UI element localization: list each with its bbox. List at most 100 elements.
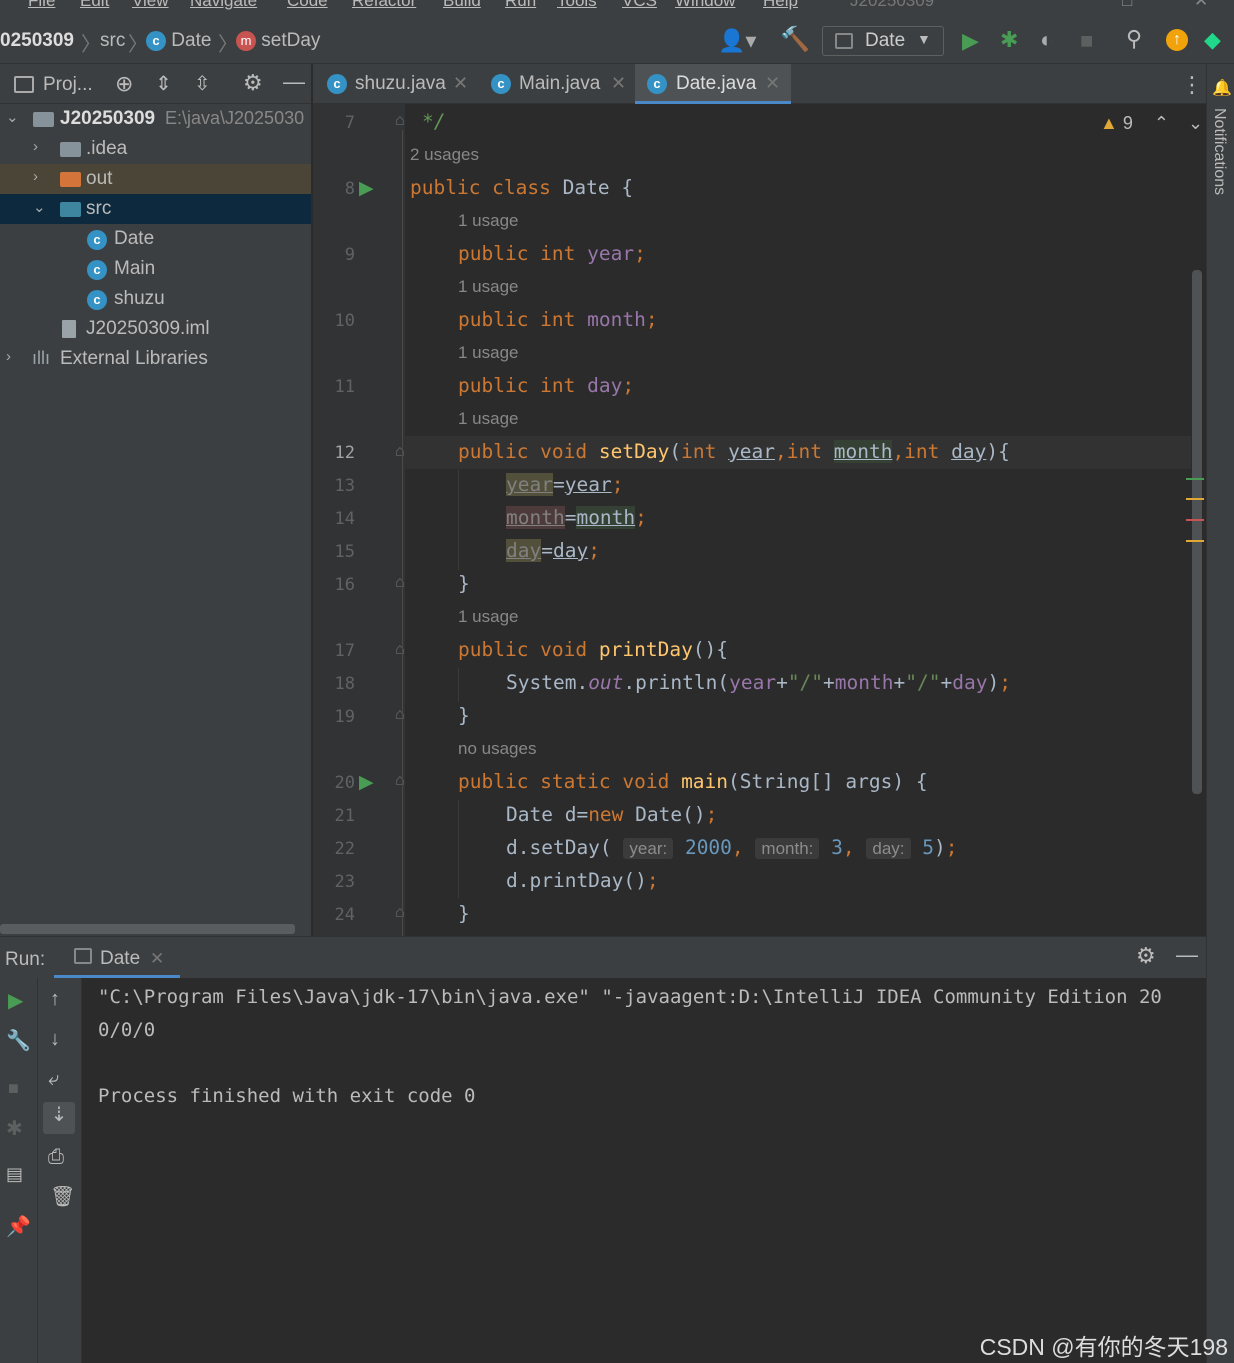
arrow-up-icon[interactable]: ↑ — [50, 988, 60, 1011]
coverage-icon[interactable]: ◐ — [1040, 29, 1053, 51]
build-hammer-icon[interactable]: 🔨 — [780, 28, 810, 52]
fold-icon[interactable]: ⌂ — [395, 574, 405, 592]
user-account-icon[interactable]: 👤▾ — [718, 30, 756, 52]
locate-icon[interactable]: ⊕ — [115, 71, 133, 97]
menu-refactor[interactable]: Refactor — [352, 0, 416, 11]
project-panel-title[interactable]: Proj... — [43, 74, 93, 96]
chevron-up-icon[interactable]: ⌃ — [1154, 113, 1169, 133]
tree-item-shuzu[interactable]: c shuzu — [0, 284, 311, 314]
console-output[interactable]: "C:\Program Files\Java\jdk-17\bin\java.e… — [82, 978, 1206, 1363]
warnings-indicator[interactable]: ▲ 9 ⌃ ⌄ — [1100, 113, 1203, 134]
tree-item-module[interactable]: ⌄ J20250309 E:\java\J2025030 — [0, 104, 311, 134]
run-tab-date[interactable]: Date ✕ — [54, 937, 180, 978]
menu-help[interactable]: Help — [763, 0, 798, 11]
pin-icon[interactable]: 📌 — [6, 1214, 31, 1239]
run-icon[interactable]: ▶ — [962, 30, 979, 52]
tree-item-src[interactable]: ⌄ src — [0, 194, 311, 224]
breadcrumb-folder[interactable]: src — [100, 30, 125, 52]
menu-vcs[interactable]: VCS — [622, 0, 657, 11]
chevron-down-icon[interactable]: ⌄ — [33, 198, 46, 216]
more-options-icon[interactable]: ⋮ — [1181, 72, 1203, 98]
expand-all-icon[interactable]: ⇕ — [155, 71, 172, 96]
usage-hint[interactable]: 1 usage — [458, 343, 519, 363]
usage-hint[interactable]: 1 usage — [458, 409, 519, 429]
usage-hint[interactable]: 1 usage — [458, 277, 519, 297]
breadcrumb-method[interactable]: m setDay — [236, 30, 320, 52]
chevron-right-icon[interactable]: › — [6, 348, 11, 365]
close-icon[interactable]: ✕ — [150, 949, 164, 969]
fold-icon[interactable]: ⌂ — [395, 772, 405, 790]
search-icon[interactable]: ⚲ — [1126, 28, 1142, 50]
fold-icon[interactable]: ⌂ — [395, 112, 405, 130]
arrow-down-icon[interactable]: ↓ — [50, 1028, 60, 1051]
usage-hint[interactable]: 1 usage — [458, 607, 519, 627]
usage-hint[interactable]: 1 usage — [458, 211, 519, 231]
run-configuration-dropdown[interactable]: Date ▼ — [822, 26, 944, 56]
jetbrains-toolbox-icon[interactable]: ◆ — [1204, 29, 1221, 51]
menu-edit[interactable]: Edit — [80, 0, 109, 11]
menu-view[interactable]: View — [132, 0, 169, 11]
tab-main-java[interactable]: c Main.java ✕ — [477, 64, 635, 104]
fold-icon[interactable]: ⌂ — [395, 904, 405, 922]
tree-item-idea[interactable]: › .idea — [0, 134, 311, 164]
chevron-right-icon[interactable]: › — [33, 168, 38, 185]
notifications-tab[interactable]: Notifications — [1210, 108, 1228, 195]
minimize-icon[interactable]: □ — [1122, 0, 1132, 11]
stop-icon[interactable]: ■ — [1080, 30, 1093, 52]
trash-icon[interactable]: 🗑 — [50, 1184, 75, 1209]
collapse-all-icon[interactable]: ⇳ — [194, 71, 211, 96]
fold-icon[interactable]: ⌂ — [395, 443, 405, 461]
fold-icon[interactable]: ⌂ — [395, 641, 405, 659]
tree-item-out[interactable]: › out — [0, 164, 311, 194]
hide-panel-icon[interactable]: — — [283, 69, 305, 95]
close-window-icon[interactable]: ✕ — [1194, 0, 1208, 11]
usage-hint[interactable]: 2 usages — [410, 145, 479, 165]
wrench-icon[interactable]: 🔧 — [6, 1028, 31, 1053]
tree-item-external-libraries[interactable]: › ıllı External Libraries — [0, 344, 311, 374]
gear-icon[interactable]: ⚙ — [1136, 943, 1156, 969]
close-icon[interactable]: ✕ — [453, 73, 468, 94]
bell-icon[interactable]: 🔔 — [1212, 78, 1232, 98]
menu-navigate[interactable]: Navigate — [190, 0, 257, 11]
editor-vertical-scrollbar[interactable] — [1192, 270, 1202, 794]
project-window-icon — [14, 76, 34, 93]
run-gutter-icon[interactable]: ▶ — [359, 771, 374, 794]
run-gutter-icon[interactable]: ▶ — [359, 177, 374, 200]
tree-item-main[interactable]: c Main — [0, 254, 311, 284]
debug-icon[interactable]: ✱ — [1000, 29, 1018, 51]
menu-file[interactable]: File — [28, 0, 55, 11]
line-number: 12 — [334, 443, 355, 463]
gear-icon[interactable]: ⚙ — [243, 70, 263, 96]
tree-item-iml[interactable]: J20250309.iml — [0, 314, 311, 344]
chevron-down-icon[interactable]: ⌄ — [6, 108, 19, 126]
scroll-to-end-icon[interactable]: ⇣ — [43, 1102, 75, 1134]
breadcrumb-project[interactable]: 0250309 — [0, 30, 74, 52]
stop-icon[interactable]: ■ — [8, 1078, 19, 1099]
menu-window[interactable]: Window — [675, 0, 735, 11]
usage-hint[interactable]: no usages — [458, 739, 536, 759]
close-icon[interactable]: ✕ — [611, 73, 626, 94]
hide-panel-icon[interactable]: — — [1176, 942, 1198, 968]
debug-gear-icon[interactable]: ✱ — [6, 1116, 23, 1141]
rerun-icon[interactable]: ▶ — [8, 988, 23, 1013]
class-icon: c — [146, 30, 166, 51]
scroll-marker — [1186, 519, 1204, 521]
tab-shuzu-java[interactable]: c shuzu.java ✕ — [313, 64, 477, 104]
menu-code[interactable]: Code — [287, 0, 328, 11]
chevron-down-icon[interactable]: ⌄ — [1188, 113, 1203, 133]
chevron-right-icon[interactable]: › — [33, 138, 38, 155]
menu-run[interactable]: Run — [505, 0, 536, 11]
breadcrumb-class[interactable]: c Date — [146, 30, 211, 52]
menu-build[interactable]: Build — [443, 0, 481, 11]
close-icon[interactable]: ✕ — [765, 73, 780, 94]
tree-item-date[interactable]: c Date — [0, 224, 311, 254]
horizontal-scrollbar[interactable] — [0, 924, 295, 934]
tab-date-java[interactable]: c Date.java ✕ — [635, 64, 791, 104]
scroll-marker — [1186, 478, 1204, 480]
menu-tools[interactable]: Tools — [557, 0, 597, 11]
update-icon[interactable]: ↑ — [1166, 29, 1188, 51]
fold-icon[interactable]: ⌂ — [395, 706, 405, 724]
soft-wrap-icon[interactable]: ⤶ — [48, 1068, 59, 1091]
layout-icon[interactable]: ▤ — [6, 1164, 23, 1185]
print-icon[interactable]: ⎙ — [48, 1146, 64, 1169]
